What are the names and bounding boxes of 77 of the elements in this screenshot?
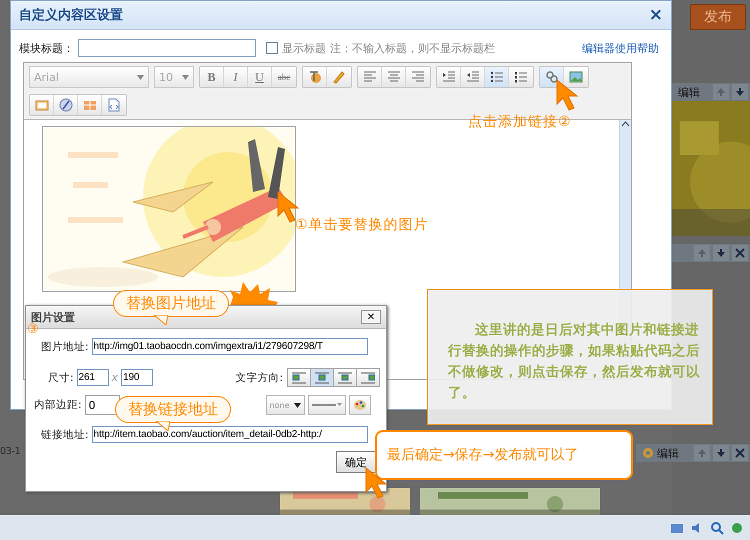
caret-icon bbox=[182, 74, 189, 80]
close-icon[interactable] bbox=[735, 248, 745, 258]
help-link[interactable]: 编辑器使用帮助 bbox=[582, 40, 659, 56]
checkbox-label: 显示标题 bbox=[282, 40, 326, 56]
search-icon[interactable] bbox=[710, 520, 724, 534]
cursor-icon bbox=[364, 466, 390, 500]
text-wrap-button[interactable] bbox=[333, 368, 357, 387]
line-icon bbox=[312, 402, 342, 408]
format-button[interactable]: I bbox=[224, 67, 248, 87]
text-wrap-button[interactable] bbox=[287, 368, 311, 387]
checkbox[interactable] bbox=[266, 42, 278, 54]
close-icon[interactable] bbox=[735, 448, 745, 458]
caret-icon bbox=[294, 402, 301, 408]
width-field[interactable]: 261 bbox=[76, 369, 109, 386]
line-style-select[interactable] bbox=[308, 395, 346, 415]
highlighter-icon bbox=[331, 69, 347, 85]
toolbar-button[interactable] bbox=[485, 67, 509, 87]
link-url-field[interactable]: http://item.taobao.com/auction/item_detail-0db2-http:/ bbox=[92, 426, 368, 443]
dialog-title: 图片设置 bbox=[31, 310, 75, 324]
down-arrow-icon[interactable] bbox=[735, 87, 745, 97]
note-text: 这里讲的是日后对其中图片和链接进行替换的操作的步骤，如果粘贴代码之后不做修改，则点击保存，然后发布就可以了。 bbox=[448, 322, 700, 401]
note-text: 注：不输入标题，则不显示标题栏 bbox=[330, 40, 495, 56]
edit-label[interactable]: 编辑 bbox=[678, 84, 700, 100]
field-label: 链接地址: bbox=[41, 428, 89, 442]
format-button[interactable]: abc bbox=[272, 67, 296, 87]
close-button[interactable]: ✕ bbox=[361, 310, 381, 324]
publish-button[interactable]: 发布 bbox=[690, 4, 746, 30]
color-button[interactable] bbox=[348, 395, 371, 415]
field-label: 模块标题： bbox=[19, 40, 74, 56]
wrap-icon bbox=[292, 372, 306, 384]
toolbar-button[interactable] bbox=[54, 95, 78, 115]
image-url-field[interactable]: http://img01.taobaocdn.com/imgextra/i1/279607298/T bbox=[92, 338, 368, 355]
toolbar-button[interactable] bbox=[509, 67, 533, 87]
final-callout: 最后确定→保存→发布就可以了 bbox=[375, 430, 633, 480]
text-wrap-button[interactable] bbox=[310, 368, 334, 387]
height-field[interactable]: 190 bbox=[121, 369, 154, 386]
wrap-icon bbox=[361, 372, 375, 384]
field-label: 内部边距: bbox=[34, 398, 82, 412]
source-code-icon bbox=[106, 97, 122, 113]
wrap-icon bbox=[315, 372, 329, 384]
format-button[interactable]: B bbox=[200, 67, 224, 87]
border-style-select[interactable]: none bbox=[266, 395, 305, 415]
cursor-icon bbox=[555, 78, 581, 112]
format-button[interactable]: U bbox=[248, 67, 272, 87]
field-label: 尺寸: bbox=[48, 370, 74, 384]
toolbar-button[interactable] bbox=[303, 67, 327, 87]
times-sign: x bbox=[112, 371, 118, 384]
text-wrap-button[interactable] bbox=[356, 368, 380, 387]
down-arrow-icon[interactable] bbox=[716, 448, 726, 458]
down-arrow-icon[interactable] bbox=[716, 248, 726, 258]
toolbar-button[interactable] bbox=[564, 67, 588, 87]
step-number: ③ bbox=[27, 322, 40, 337]
wrap-icon bbox=[338, 372, 352, 384]
numbered-list-icon bbox=[513, 69, 529, 85]
toolbar-button[interactable] bbox=[358, 67, 382, 87]
step-annotation: 点击添加链接② bbox=[468, 113, 572, 131]
scroll-up-icon[interactable] bbox=[621, 120, 630, 129]
toolbar-button[interactable] bbox=[406, 67, 430, 87]
toolbar-button[interactable] bbox=[461, 67, 485, 87]
palette-icon bbox=[352, 399, 367, 411]
link-icon bbox=[544, 69, 560, 85]
dialog-title: 自定义内容区设置 bbox=[19, 6, 123, 24]
edit-label[interactable]: 编辑 bbox=[657, 446, 679, 460]
callout-tail bbox=[156, 421, 170, 431]
close-button[interactable]: × bbox=[648, 5, 663, 25]
toolbar-button[interactable] bbox=[382, 67, 406, 87]
field-label: 图片地址: bbox=[41, 340, 89, 354]
toolbar-button[interactable] bbox=[437, 67, 461, 87]
caret-icon bbox=[137, 74, 144, 80]
title-input[interactable] bbox=[78, 39, 256, 57]
step-annotation: ①单击要替换的图片 bbox=[295, 216, 429, 234]
callout-tail bbox=[154, 315, 168, 325]
ok-button[interactable]: 确定 bbox=[336, 451, 376, 473]
field-label: 文字方向: bbox=[235, 370, 283, 384]
date-text: 03-1 bbox=[0, 446, 20, 457]
bullet-list-icon bbox=[488, 69, 504, 85]
image-icon bbox=[568, 69, 584, 85]
